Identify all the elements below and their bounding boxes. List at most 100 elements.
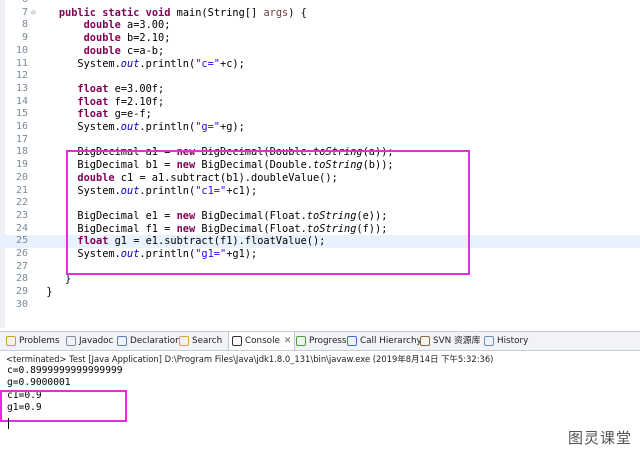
code-line[interactable]: 17	[0, 134, 640, 147]
tab-label: Problems	[19, 336, 60, 346]
tab-console[interactable]: Console ✕	[228, 332, 296, 350]
code-text: }	[34, 273, 71, 286]
code-line[interactable]: 8 double a=3.00;	[0, 19, 640, 32]
tab-svn[interactable]: SVN 资源库	[420, 332, 480, 350]
code-text: double c=a-b;	[34, 44, 165, 58]
tab-label: Search	[192, 336, 223, 346]
text-cursor	[8, 418, 9, 429]
line-number: 21	[15, 184, 28, 196]
code-token: .println(	[139, 121, 196, 133]
code-line[interactable]: 29 }	[0, 286, 640, 299]
code-token: double	[83, 32, 121, 45]
tab-label: History	[497, 336, 529, 346]
highlight-box-bigdecimal	[66, 150, 470, 275]
code-text: public static void main(String[] args) {	[34, 7, 307, 20]
code-token: f=2.10f;	[108, 95, 165, 108]
tab-javadoc[interactable]: Javadoc	[66, 332, 113, 350]
code-line[interactable]: 15 float g=e-f;	[0, 108, 640, 121]
tab-declaration[interactable]: Declaration	[117, 332, 181, 350]
history-icon	[484, 336, 494, 346]
tab-label: Progress	[309, 336, 347, 346]
line-number: 23	[15, 209, 28, 221]
code-line[interactable]: 7 ⊖ public static void main(String[] args…	[0, 7, 640, 20]
tab-label: Javadoc	[79, 336, 114, 346]
line-number: 29	[15, 286, 28, 298]
code-line[interactable]: 12	[0, 70, 640, 83]
code-token: .println(	[139, 57, 196, 70]
line-number: 26	[15, 248, 28, 259]
tab-history[interactable]: History	[484, 332, 528, 350]
tab-problems[interactable]: Problems	[6, 332, 60, 350]
line-number: 24	[15, 222, 28, 234]
line-number: 13	[15, 82, 28, 94]
code-token: args	[263, 6, 289, 19]
code-token: System.	[34, 57, 121, 70]
code-token: float	[77, 82, 109, 95]
close-icon[interactable]: ✕	[284, 332, 292, 350]
code-text: System.out.println("g="+g);	[34, 121, 244, 134]
code-line[interactable]: 10 double c=a-b;	[0, 45, 640, 58]
line-number: 15	[15, 108, 28, 120]
console-status: <terminated> Test [Java Application] D:\…	[6, 354, 494, 364]
code-token: g=e-f;	[108, 108, 152, 121]
highlight-box-console	[0, 390, 127, 422]
javadoc-icon	[66, 336, 76, 346]
line-number: 6	[8, 0, 28, 7]
views-tab-bar: Problems Javadoc Declaration Search Console ✕…	[0, 331, 640, 351]
code-token: float	[77, 95, 109, 108]
progress-icon	[296, 336, 306, 346]
code-text: float g=e-f;	[34, 108, 152, 121]
code-line[interactable]: 30	[0, 299, 640, 312]
line-number: 8	[21, 19, 28, 31]
line-number: 17	[15, 133, 28, 145]
line-number: 16	[15, 121, 28, 132]
line-number: 22	[15, 197, 28, 209]
code-token: +c);	[220, 57, 245, 70]
line-number: 30	[15, 298, 28, 310]
code-token: "g="	[195, 121, 221, 133]
line-number: 27	[15, 260, 28, 272]
code-token: e=3.00f;	[108, 82, 165, 95]
code-token: void	[145, 6, 171, 19]
line-number: 20	[15, 171, 28, 183]
code-token: double	[83, 19, 121, 32]
code-token: out	[120, 121, 140, 133]
code-token: double	[83, 44, 121, 57]
console-icon	[232, 336, 242, 346]
line-number: 7	[21, 6, 28, 18]
tab-call-hierarchy[interactable]: Call Hierarchy	[347, 332, 422, 350]
code-token: main(String[]	[170, 6, 264, 19]
code-token: public	[58, 6, 97, 19]
code-line[interactable]: 6	[0, 0, 640, 7]
line-number: 11	[15, 57, 28, 69]
line-number: 19	[15, 159, 28, 171]
line-number: 12	[15, 70, 28, 82]
tab-search[interactable]: Search	[179, 332, 222, 350]
tab-label: Call Hierarchy	[360, 336, 422, 346]
code-text: double a=3.00;	[34, 19, 171, 32]
code-text: float f=2.10f;	[34, 96, 164, 109]
code-token: }	[34, 286, 53, 299]
tab-label: SVN 资源库	[433, 336, 481, 346]
declaration-icon	[117, 336, 127, 346]
code-token: a=3.00;	[120, 19, 171, 32]
code-line[interactable]: 14 float f=2.10f;	[0, 96, 640, 109]
tab-label: Console	[245, 336, 280, 346]
watermark: 图灵课堂	[567, 429, 632, 447]
tab-progress[interactable]: Progress	[296, 332, 347, 350]
code-token: out	[120, 57, 140, 70]
code-line[interactable]: 16 System.out.println("g="+g);	[0, 121, 640, 134]
code-line[interactable]: 11 System.out.println("c="+c);	[0, 58, 640, 71]
code-line[interactable]: 9 double b=2.10;	[0, 32, 640, 45]
code-line[interactable]: 13 float e=3.00f;	[0, 83, 640, 96]
code-text: double b=2.10;	[34, 32, 171, 45]
code-line[interactable]: 28 }	[0, 273, 640, 286]
code-editor[interactable]: 67⊖ public static void main(String[] arg…	[0, 0, 640, 328]
console-output-line: g=0.9000001	[7, 377, 71, 389]
code-token: ) {	[288, 6, 307, 19]
